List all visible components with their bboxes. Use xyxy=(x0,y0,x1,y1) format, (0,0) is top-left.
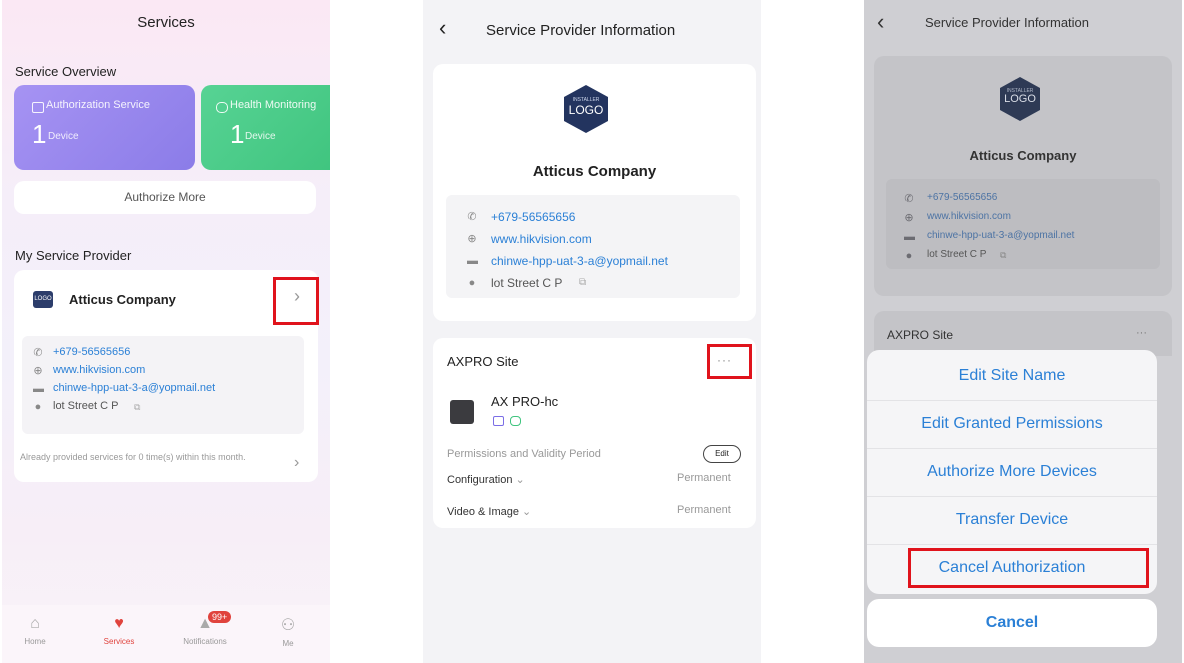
location-icon: ● xyxy=(905,250,913,262)
mail-icon: ▬ xyxy=(33,383,44,395)
provider-phone[interactable]: +679-56565656 xyxy=(491,210,575,224)
provider-address: lot Street C P xyxy=(927,249,987,260)
copy-icon[interactable]: ⧉ xyxy=(1000,250,1006,261)
provider-phone[interactable]: +679-56565656 xyxy=(927,192,997,203)
tab-label: Me xyxy=(282,639,294,648)
globe-icon: ⊕ xyxy=(904,212,914,224)
heart-icon: ♥ xyxy=(114,615,124,632)
edit-granted-permissions-option[interactable]: Edit Granted Permissions xyxy=(867,400,1157,449)
provider-address: lot Street C P xyxy=(53,400,119,412)
home-icon: ⌂ xyxy=(30,615,40,632)
permission-row[interactable]: Configuration ⌄ xyxy=(447,473,525,486)
usage-note: Already provided services for 0 time(s) … xyxy=(20,452,246,462)
phone-icon: ✆ xyxy=(904,193,914,205)
services-screen: Services Service Overview Authorization … xyxy=(2,0,330,663)
site-name: AXPRO Site xyxy=(887,328,954,342)
provider-info-screen: ‹ Service Provider Information INSTALLER… xyxy=(423,0,761,663)
provider-website[interactable]: www.hikvision.com xyxy=(927,211,1011,222)
authorize-more-button[interactable]: Authorize More xyxy=(14,181,316,214)
chevron-down-icon: ⌄ xyxy=(522,506,532,518)
authorization-icon xyxy=(32,102,44,113)
provider-website[interactable]: www.hikvision.com xyxy=(53,364,145,376)
permission-value: Permanent xyxy=(677,504,731,516)
mail-icon: ▬ xyxy=(904,231,915,243)
site-name: AXPRO Site xyxy=(447,354,519,369)
tile-label: Health Monitoring xyxy=(230,99,317,111)
tab-me[interactable]: ⚇ Me xyxy=(268,615,308,648)
logo-text: LOGO xyxy=(1004,93,1036,105)
tile-unit: Device xyxy=(48,131,79,142)
device-icon xyxy=(450,400,474,424)
tab-label: Notifications xyxy=(183,637,227,646)
highlight-box xyxy=(908,548,1149,588)
authorize-more-devices-option[interactable]: Authorize More Devices xyxy=(867,448,1157,497)
edit-site-name-option[interactable]: Edit Site Name xyxy=(867,352,1157,401)
edit-permissions-button[interactable]: Edit xyxy=(703,445,741,463)
globe-icon: ⊕ xyxy=(467,233,477,245)
provider-name: Atticus Company xyxy=(969,148,1077,163)
phone-icon: ✆ xyxy=(33,347,43,359)
tile-unit: Device xyxy=(245,131,276,142)
transfer-device-option[interactable]: Transfer Device xyxy=(867,496,1157,545)
device-name: AX PRO-hc xyxy=(491,394,559,409)
back-icon[interactable]: ‹ xyxy=(439,17,446,39)
health-icon xyxy=(216,102,228,113)
provider-contact-box: ✆ +679-56565656 ⊕ www.hikvision.com ▬ ch… xyxy=(446,195,740,298)
tab-label: Services xyxy=(103,637,135,646)
permission-row[interactable]: Video & Image ⌄ xyxy=(447,505,531,518)
logo-text: LOGO xyxy=(568,103,604,117)
provider-contact-box: ✆ +679-56565656 ⊕ www.hikvision.com ▬ ch… xyxy=(22,336,304,434)
cancel-button[interactable]: Cancel xyxy=(867,599,1157,647)
provider-name: Atticus Company xyxy=(532,163,657,180)
mail-icon: ▬ xyxy=(467,255,478,267)
provider-phone[interactable]: +679-56565656 xyxy=(53,346,130,358)
health-icon xyxy=(510,416,521,426)
page-title: Services xyxy=(137,14,195,31)
provider-address: lot Street C P xyxy=(491,276,563,290)
tab-services[interactable]: ♥ Services xyxy=(97,615,141,646)
action-sheet-screen: ‹ Service Provider Information INSTALLER… xyxy=(864,0,1182,663)
provider-card: INSTALLER LOGO Atticus Company ✆ +679-56… xyxy=(433,64,756,321)
highlight-box xyxy=(707,344,752,379)
chevron-down-icon: ⌄ xyxy=(515,474,525,486)
back-icon[interactable]: ‹ xyxy=(877,11,884,33)
tile-label: Authorization Service xyxy=(46,99,150,111)
authorization-service-tile[interactable]: Authorization Service 1 Device xyxy=(14,85,195,170)
authorization-icon xyxy=(493,416,504,426)
provider-card: INSTALLER LOGO Atticus Company ✆ +679-56… xyxy=(874,56,1172,296)
location-icon: ● xyxy=(468,277,476,289)
page-title: Service Provider Information xyxy=(925,15,1090,30)
permission-label: Video & Image xyxy=(447,506,519,518)
phone-icon: ✆ xyxy=(467,211,477,223)
notification-badge: 99+ xyxy=(208,611,232,623)
section-label-provider: My Service Provider xyxy=(15,248,132,263)
provider-email[interactable]: chinwe-hpp-uat-3-a@yopmail.net xyxy=(53,382,215,394)
globe-icon: ⊕ xyxy=(33,365,43,377)
section-label-overview: Service Overview xyxy=(15,64,117,79)
provider-email[interactable]: chinwe-hpp-uat-3-a@yopmail.net xyxy=(927,230,1074,241)
tab-bar: ⌂ Home ♥ Services ▲ Notifications 99+ ⚇ … xyxy=(2,605,330,663)
highlight-box xyxy=(273,277,319,325)
permission-value: Permanent xyxy=(677,472,731,484)
provider-contact-box: ✆ +679-56565656 ⊕ www.hikvision.com ▬ ch… xyxy=(886,179,1160,269)
tile-count: 1 xyxy=(32,119,47,149)
more-icon[interactable]: ··· xyxy=(1136,327,1147,339)
provider-logo: LOGO xyxy=(33,291,53,308)
tab-notifications[interactable]: ▲ Notifications 99+ xyxy=(175,611,235,646)
permission-label: Configuration xyxy=(447,474,513,486)
copy-icon[interactable]: ⧉ xyxy=(134,402,140,413)
chevron-right-icon[interactable]: › xyxy=(294,454,299,472)
provider-name: Atticus Company xyxy=(69,292,176,307)
location-icon: ● xyxy=(34,401,42,413)
tab-home[interactable]: ⌂ Home xyxy=(15,615,55,646)
provider-website[interactable]: www.hikvision.com xyxy=(491,232,592,246)
health-monitoring-tile[interactable]: Health Monitoring 1 Device xyxy=(201,85,330,170)
page-title: Service Provider Information xyxy=(486,22,676,39)
tile-count: 1 xyxy=(230,119,245,149)
user-icon: ⚇ xyxy=(280,617,296,634)
tab-label: Home xyxy=(24,637,46,646)
copy-icon[interactable]: ⧉ xyxy=(579,277,586,288)
permissions-label: Permissions and Validity Period xyxy=(447,448,601,460)
provider-email[interactable]: chinwe-hpp-uat-3-a@yopmail.net xyxy=(491,254,668,268)
